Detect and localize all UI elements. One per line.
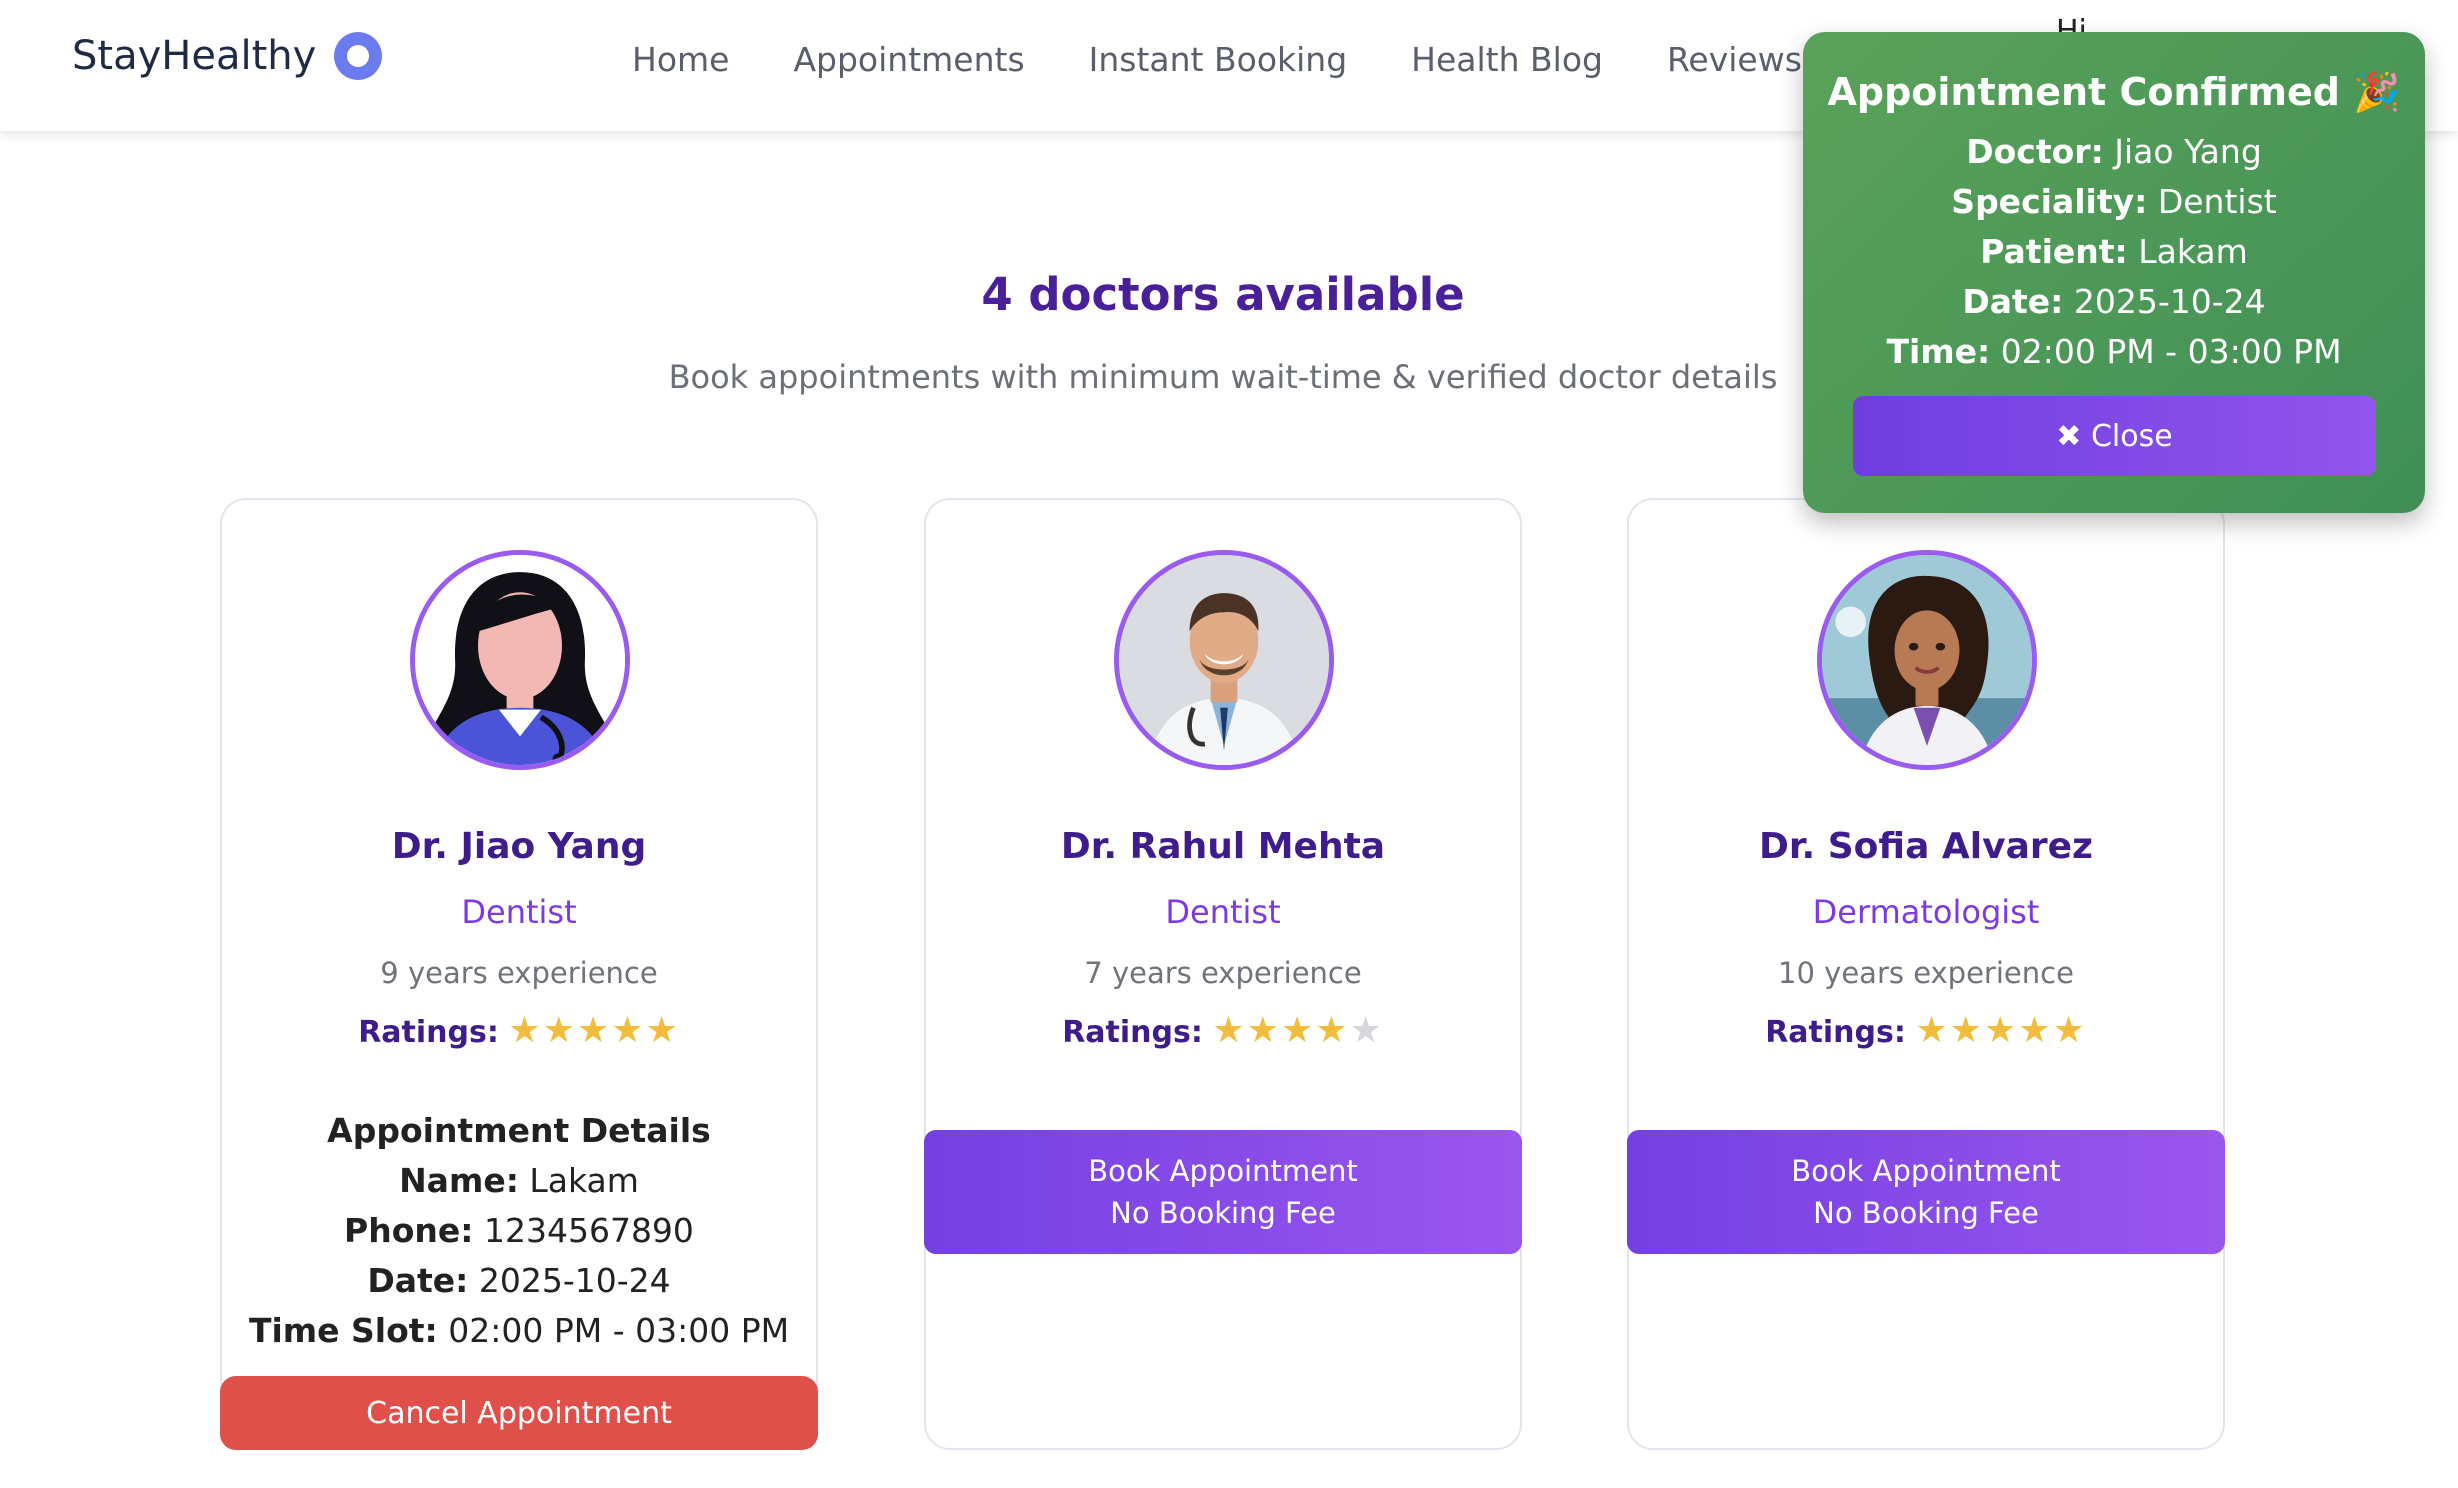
doctor-avatar [410, 550, 630, 770]
cancel-appointment-button[interactable]: Cancel Appointment [220, 1376, 818, 1450]
nav-link-health-blog[interactable]: Health Blog [1411, 40, 1603, 79]
label-date: Date: [367, 1261, 469, 1300]
star-filled-icon: ★ [1949, 1010, 1984, 1051]
star-filled-icon: ★ [576, 1010, 612, 1051]
appointment-date-row: Date: 2025-10-24 [222, 1256, 816, 1306]
star-filled-icon: ★ [645, 1010, 680, 1051]
book-button-line2: No Booking Fee [1110, 1196, 1336, 1230]
star-filled-icon: ★ [2018, 1010, 2053, 1051]
doctor-avatar [1114, 550, 1334, 770]
star-empty-icon: ★ [1349, 1010, 1384, 1051]
doctor-name: Dr. Sofia Alvarez [1759, 826, 2093, 867]
doctor-speciality: Dentist [1165, 893, 1281, 931]
toast-patient-label: Patient: [1980, 232, 2128, 271]
doctor-name: Dr. Jiao Yang [391, 826, 647, 867]
toast-time: 02:00 PM - 03:00 PM [2000, 332, 2342, 371]
toast-date: 2025-10-24 [2073, 282, 2266, 321]
label-phone: Phone: [344, 1211, 474, 1250]
toast-speciality-label: Speciality: [1951, 182, 2148, 221]
star-filled-icon: ★ [1315, 1010, 1350, 1051]
doctor-avatar [1817, 550, 2037, 770]
brand-ring-icon [334, 32, 383, 80]
brand-name: StayHealthy [72, 33, 317, 79]
toast-patient-row: Patient: Lakam [1803, 227, 2425, 277]
book-button-line1: Book Appointment [1791, 1154, 2061, 1188]
toast-doctor-row: Doctor: Jiao Yang [1803, 127, 2425, 177]
book-appointment-button[interactable]: Book Appointment No Booking Fee [1627, 1130, 2225, 1254]
male-doctor-photo-icon [1119, 555, 1329, 765]
appointment-date: 2025-10-24 [478, 1261, 671, 1300]
book-button-line1: Book Appointment [1088, 1154, 1358, 1188]
toast-time-label: Time: [1886, 332, 1991, 371]
doctor-experience: 9 years experience [380, 956, 658, 990]
nav-link-reviews[interactable]: Reviews [1667, 40, 1802, 79]
appointment-confirmed-toast: Appointment Confirmed 🎉 Doctor: Jiao Yan… [1803, 32, 2425, 513]
star-filled-icon: ★ [542, 1010, 577, 1051]
toast-doctor: Jiao Yang [2114, 132, 2262, 171]
toast-doctor-label: Doctor: [1966, 132, 2104, 171]
nav-link-instant-booking[interactable]: Instant Booking [1089, 40, 1348, 79]
close-toast-button[interactable]: ✖ Close [1853, 396, 2376, 476]
toast-speciality-row: Speciality: Dentist [1803, 177, 2425, 227]
appointment-details-title: Appointment Details [327, 1111, 711, 1150]
appointment-phone-row: Phone: 1234567890 [222, 1206, 816, 1256]
rating-label: Ratings: [1765, 1015, 1906, 1050]
doctor-card-sofia-alvarez: Dr. Sofia Alvarez Dermatologist 10 years… [1627, 498, 2225, 1450]
doctor-speciality: Dermatologist [1812, 893, 2040, 931]
appointment-details: Appointment Details Name: Lakam Phone: 1… [222, 1106, 816, 1356]
star-filled-icon: ★ [508, 1010, 543, 1051]
toast-date-row: Date: 2025-10-24 [1803, 277, 2425, 327]
doctor-rating: Ratings: ★★★★★ [1629, 1010, 2223, 1051]
doctor-card-rahul-mehta: Dr. Rahul Mehta Dentist 7 years experien… [924, 498, 1522, 1450]
nav-links: Home Appointments Instant Booking Health… [632, 40, 1802, 79]
nav-link-appointments[interactable]: Appointments [793, 40, 1024, 79]
toast-time-row: Time: 02:00 PM - 03:00 PM [1803, 327, 2425, 377]
appointment-time-slot: 02:00 PM - 03:00 PM [448, 1311, 790, 1350]
book-appointment-button[interactable]: Book Appointment No Booking Fee [924, 1130, 1522, 1254]
brand-logo[interactable]: StayHealthy [72, 32, 383, 80]
appointment-time-row: Time Slot: 02:00 PM - 03:00 PM [222, 1306, 816, 1356]
doctor-speciality: Dentist [461, 893, 577, 931]
female-doctor-avatar-icon [415, 555, 625, 765]
label-time-slot: Time Slot: [248, 1311, 438, 1350]
toast-patient: Lakam [2138, 232, 2248, 271]
doctor-rating: Ratings: ★★★★★ [222, 1010, 816, 1051]
toast-speciality: Dentist [2157, 182, 2277, 221]
doctor-name: Dr. Rahul Mehta [1060, 826, 1386, 867]
label-name: Name: [399, 1161, 519, 1200]
doctor-experience: 7 years experience [1084, 956, 1362, 990]
star-filled-icon: ★ [1280, 1010, 1316, 1051]
doctor-rating: Ratings: ★★★★★ [926, 1010, 1520, 1051]
toast-date-label: Date: [1962, 282, 2064, 321]
toast-title: Appointment Confirmed 🎉 [1827, 70, 2401, 114]
star-filled-icon: ★ [1246, 1010, 1281, 1051]
star-filled-icon: ★ [1915, 1010, 1950, 1051]
female-doctor-illustration-icon [1822, 555, 2032, 765]
appointment-name-row: Name: Lakam [222, 1156, 816, 1206]
appointment-phone: 1234567890 [483, 1211, 694, 1250]
book-button-line2: No Booking Fee [1813, 1196, 2039, 1230]
star-rating-icon: ★★★★★ [508, 1010, 679, 1051]
star-filled-icon: ★ [1983, 1010, 2019, 1051]
star-filled-icon: ★ [611, 1010, 646, 1051]
rating-label: Ratings: [358, 1015, 499, 1050]
doctor-experience: 10 years experience [1778, 956, 2074, 990]
appointment-name: Lakam [529, 1161, 639, 1200]
doctor-card-jiao-yang: Dr. Jiao Yang Dentist 9 years experience… [220, 498, 818, 1450]
star-filled-icon: ★ [2052, 1010, 2087, 1051]
rating-label: Ratings: [1062, 1015, 1203, 1050]
star-filled-icon: ★ [1212, 1010, 1247, 1051]
star-rating-icon: ★★★★★ [1212, 1010, 1383, 1051]
star-rating-icon: ★★★★★ [1915, 1010, 2086, 1051]
toast-details: Doctor: Jiao Yang Speciality: Dentist Pa… [1803, 127, 2425, 377]
nav-link-home[interactable]: Home [632, 40, 729, 79]
